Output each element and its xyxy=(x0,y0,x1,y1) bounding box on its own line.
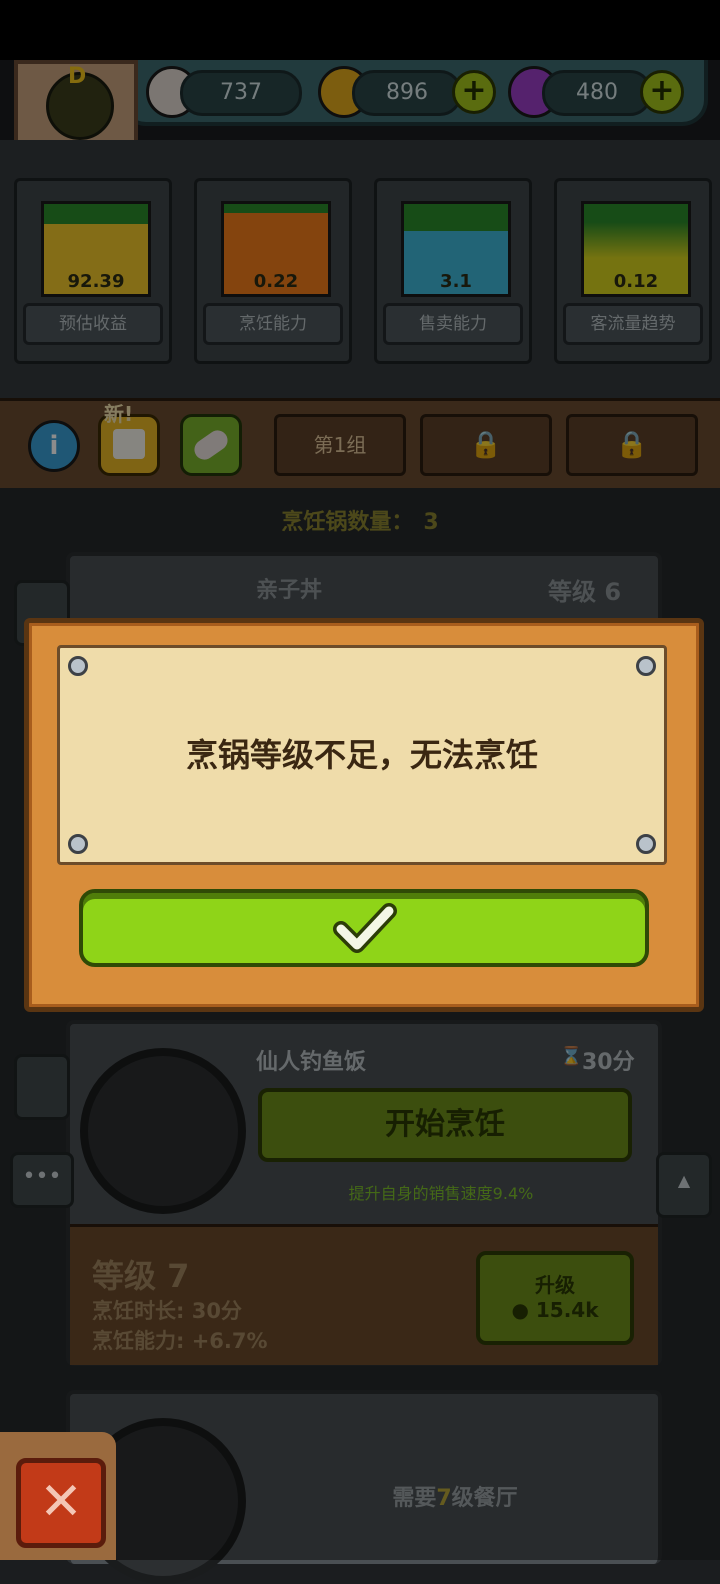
close-button[interactable]: ✕ xyxy=(16,1458,106,1548)
confirm-button[interactable] xyxy=(79,889,649,967)
rivet-icon xyxy=(636,656,656,676)
rivet-icon xyxy=(68,656,88,676)
dialog-message: 烹锅等级不足，无法烹饪 xyxy=(185,736,538,774)
checkmark-icon xyxy=(333,903,397,953)
rivet-icon xyxy=(636,834,656,854)
alert-dialog: 烹锅等级不足，无法烹饪 xyxy=(24,618,704,1012)
status-bar xyxy=(0,0,720,60)
rivet-icon xyxy=(68,834,88,854)
dialog-paper: 烹锅等级不足，无法烹饪 xyxy=(57,645,667,865)
